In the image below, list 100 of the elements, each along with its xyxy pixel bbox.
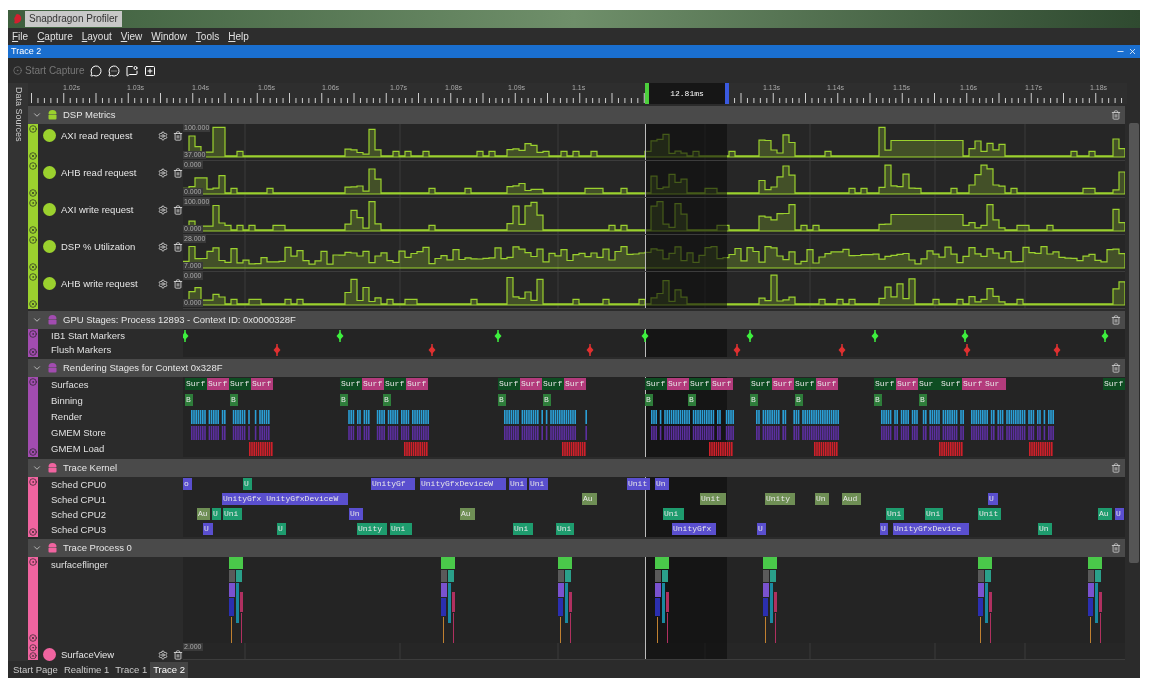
menu-item[interactable]: Window [151, 29, 187, 44]
close-icon[interactable] [29, 300, 37, 308]
menu-item[interactable]: Capture [37, 29, 73, 44]
chevron-down-icon[interactable] [32, 363, 42, 373]
settings-icon[interactable] [158, 650, 168, 660]
add-icon[interactable] [144, 64, 157, 77]
chat-bubble-icon[interactable] [126, 64, 139, 77]
thread-slice: B [383, 394, 391, 406]
settings-icon[interactable] [158, 205, 168, 215]
settings-icon[interactable] [158, 242, 168, 252]
close-icon[interactable] [29, 651, 37, 659]
chevron-down-icon[interactable] [32, 543, 42, 553]
track-name: Binning [51, 395, 83, 407]
thread-slice: Sur [984, 378, 1006, 390]
collapse-icon[interactable] [29, 330, 37, 338]
thread-slice: o [183, 478, 192, 490]
thread-slice: Uni [663, 508, 684, 520]
thread-slice: Surf [207, 378, 229, 390]
thread-slice: U [212, 508, 221, 520]
thread-slice: Unit [700, 493, 726, 505]
thread-slice: U [880, 523, 888, 535]
thread-slice: Uni [509, 478, 527, 490]
data-sources-panel-tab[interactable]: Data Sources [8, 83, 28, 661]
thread-slice: Surf [520, 378, 542, 390]
close-icon[interactable] [29, 263, 37, 271]
thread-slice: U [988, 493, 998, 505]
trash-icon[interactable] [173, 242, 183, 252]
close-icon[interactable] [29, 226, 37, 234]
trash-icon[interactable] [173, 168, 183, 178]
thread-slice: Uni [925, 508, 943, 520]
thread-slice: UnityGfxDeviceW [420, 478, 506, 490]
collapse-icon[interactable] [29, 378, 37, 386]
thread-slice: B [874, 394, 882, 406]
settings-icon[interactable] [158, 131, 168, 141]
scrollbar-thumb[interactable] [1129, 123, 1139, 563]
trash-icon[interactable] [173, 279, 183, 289]
thread-slice: Aud [842, 493, 861, 505]
thread-slice: Surf [251, 378, 273, 390]
menu-item[interactable]: View [120, 29, 143, 44]
chat-bubble-icon[interactable] [108, 64, 121, 77]
section-title: DSP Metrics [63, 107, 116, 122]
settings-icon[interactable] [158, 279, 168, 289]
thread-slice: UnityGfx [672, 523, 716, 535]
thread-slice: Sur [918, 378, 940, 390]
thread-slice: B [645, 394, 653, 406]
collapse-icon[interactable] [29, 199, 37, 207]
menu-item[interactable]: Help [228, 29, 249, 44]
close-icon[interactable] [29, 189, 37, 197]
thread-slice: Surf [689, 378, 711, 390]
thread-slice: B [230, 394, 238, 406]
chat-bubble-icon[interactable] [90, 64, 103, 77]
collapse-icon[interactable] [29, 558, 37, 566]
thread-slice: Surf [816, 378, 838, 390]
collapse-icon[interactable] [29, 162, 37, 170]
chevron-down-icon[interactable] [32, 315, 42, 325]
collapse-icon[interactable] [29, 644, 37, 652]
trash-icon[interactable] [1111, 463, 1121, 473]
record-icon [13, 66, 22, 75]
thread-slice: Surf [645, 378, 667, 390]
metric-name: DSP % Utilization [61, 240, 137, 254]
close-icon[interactable] [29, 634, 37, 642]
document-tab[interactable]: Trace 2 [150, 662, 189, 678]
thread-slice: Au [197, 508, 210, 520]
track-name: Sched CPU0 [51, 478, 106, 491]
settings-icon[interactable] [158, 168, 168, 178]
menu-item[interactable]: File [12, 29, 29, 44]
trash-icon[interactable] [1111, 363, 1121, 373]
trash-icon[interactable] [1111, 315, 1121, 325]
menu-item[interactable]: Tools [195, 29, 220, 44]
trash-icon[interactable] [173, 650, 183, 660]
close-icon[interactable] [29, 348, 37, 356]
thread-slice: Surf [384, 378, 406, 390]
collapse-icon[interactable] [29, 236, 37, 244]
close-icon[interactable] [29, 448, 37, 456]
data-sources-label[interactable]: Data Sources [11, 87, 25, 142]
close-icon[interactable] [29, 528, 37, 536]
metric-name: AHB read request [61, 166, 138, 180]
thread-slice: Surf [229, 378, 251, 390]
close-icon[interactable] [29, 152, 37, 160]
collapse-icon[interactable] [29, 478, 37, 486]
thread-slice: Surf [794, 378, 816, 390]
trash-icon[interactable] [173, 131, 183, 141]
collapse-icon[interactable] [29, 273, 37, 281]
chevron-down-icon[interactable] [32, 110, 42, 120]
thread-slice: Au [1098, 508, 1112, 520]
collapse-icon[interactable] [29, 125, 37, 133]
trash-icon[interactable] [173, 205, 183, 215]
section-title: GPU Stages: Process 12893 - Context ID: 0x0000328F [63, 312, 296, 327]
thread-slice: Uni [886, 508, 904, 520]
trash-icon[interactable] [1111, 543, 1121, 553]
document-tab-title: Trace 2 [11, 44, 42, 58]
menu-item[interactable]: Layout [81, 29, 112, 44]
thread-slice: Surf [874, 378, 896, 390]
chevron-down-icon[interactable] [32, 463, 42, 473]
thread-slice: UnityGfx UnityGfxDeviceW [222, 493, 348, 505]
trash-icon[interactable] [1111, 110, 1121, 120]
thread-slice: B [185, 394, 193, 406]
thread-slice: Unit [627, 478, 650, 490]
thread-slice: B [340, 394, 348, 406]
window-title: Snapdragon Profiler [25, 11, 122, 27]
